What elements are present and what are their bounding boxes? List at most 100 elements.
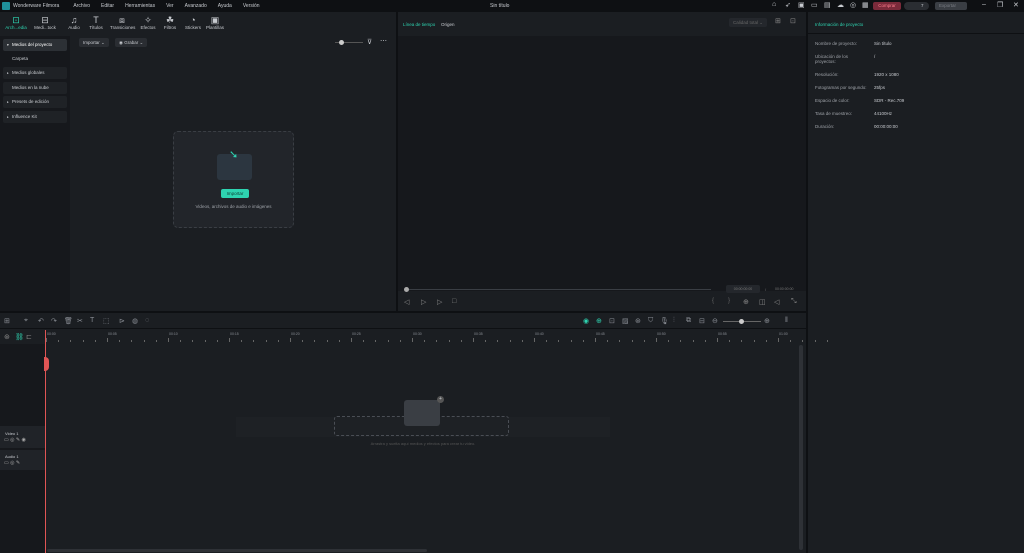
- track-controls[interactable]: ▭ ◎ ✎: [4, 460, 20, 466]
- credits-badge[interactable]: 7: [904, 2, 929, 10]
- play-icon[interactable]: ▷: [437, 298, 442, 306]
- pip-icon[interactable]: ⧉: [686, 317, 691, 325]
- mark-in-icon[interactable]: {: [712, 298, 714, 304]
- horizontal-scrollbar[interactable]: [47, 549, 427, 552]
- ruler-tick: [338, 340, 340, 342]
- tab-stock[interactable]: ⊟ Medi...tock: [33, 15, 57, 30]
- snapshot-view-icon[interactable]: ⊡: [790, 17, 796, 25]
- playback-scrubber[interactable]: [404, 287, 711, 292]
- video-preview[interactable]: [398, 36, 806, 291]
- export-button[interactable]: Exportar: [935, 2, 967, 10]
- prev-frame-icon[interactable]: ◁: [404, 298, 409, 306]
- import-button[interactable]: Importar: [221, 189, 249, 198]
- layout-icon[interactable]: ▤: [824, 1, 831, 9]
- tab-templates[interactable]: ▣ Plantillas: [203, 15, 227, 30]
- speed-icon[interactable]: ⊳: [119, 317, 125, 325]
- monitor-icon[interactable]: ▭: [811, 1, 818, 9]
- grid-icon[interactable]: ⊟: [699, 317, 705, 325]
- stop-icon[interactable]: □: [452, 298, 456, 305]
- undo-icon[interactable]: ↶: [38, 317, 44, 325]
- thumbnail-size-slider[interactable]: [335, 40, 363, 45]
- more-icon[interactable]: ⋯: [380, 37, 387, 45]
- zoom-out-icon[interactable]: ⊖: [712, 317, 718, 325]
- track-video-1[interactable]: Video 1 ▭ ◎ ✎ ◉: [0, 426, 46, 448]
- zoom-icon[interactable]: ⊕: [743, 298, 749, 306]
- layout-icon[interactable]: ⊞: [4, 317, 10, 325]
- tab-media[interactable]: ⊡ Arch...edia: [4, 15, 28, 30]
- crop-icon[interactable]: ⬚: [103, 317, 110, 325]
- import-dropdown[interactable]: Importar ⌄: [79, 38, 109, 47]
- menu-ver[interactable]: Ver: [166, 3, 174, 9]
- sticker-icon: ◔: [190, 15, 196, 25]
- rocket-icon[interactable]: ➶: [785, 1, 791, 9]
- tab-effects[interactable]: ✧ Efectos: [136, 15, 160, 30]
- tab-timeline[interactable]: Línea de tiempo: [403, 22, 435, 27]
- next-frame-icon[interactable]: ▷: [421, 298, 426, 306]
- text-icon[interactable]: T: [90, 317, 94, 324]
- filter-icon[interactable]: ⊽: [367, 38, 372, 46]
- split-icon[interactable]: ⊕: [596, 317, 602, 325]
- mic-icon[interactable]: 🎙: [660, 317, 669, 325]
- restore-icon[interactable]: ❐: [997, 1, 1003, 9]
- tab-audio[interactable]: ♫ Audio: [62, 15, 86, 30]
- delete-icon[interactable]: 🗑: [64, 317, 73, 325]
- time-ruler[interactable]: 00:00 00:05 00:10 00:15 00:20 00:25 00:30 00:35…: [46, 330, 828, 344]
- track-controls[interactable]: ▭ ◎ ✎ ◉: [4, 437, 26, 443]
- menu-editar[interactable]: Editar: [101, 3, 114, 9]
- nav-global-media[interactable]: ▸ Medios globales: [3, 67, 67, 79]
- replace-icon[interactable]: ▨: [622, 317, 629, 325]
- marker-icon[interactable]: ⊏: [26, 333, 32, 341]
- record-dropdown[interactable]: ◉ Grabar ⌄: [115, 38, 148, 47]
- close-icon[interactable]: ✕: [1013, 1, 1019, 9]
- media-drop-zone[interactable]: ➘ Importar Videos, archivos de audio e i…: [173, 131, 294, 228]
- quality-dropdown[interactable]: Calidad total ⌄: [729, 18, 767, 27]
- auto-icon[interactable]: ⊛: [635, 317, 641, 325]
- cloud-icon[interactable]: ☁: [837, 1, 844, 9]
- cut-icon[interactable]: ✂: [77, 317, 83, 325]
- link-icon[interactable]: ⛓: [15, 333, 24, 341]
- camera-icon[interactable]: ◫: [759, 298, 766, 306]
- menu-ayuda[interactable]: Ayuda: [218, 3, 232, 9]
- nav-edit-presets[interactable]: ▸ Presets de edición: [3, 96, 67, 108]
- timeline-zoom-slider[interactable]: [723, 319, 761, 324]
- minimize-icon[interactable]: –: [982, 1, 986, 8]
- color-icon[interactable]: ◍: [132, 317, 138, 325]
- nav-folder[interactable]: Carpeta: [3, 53, 67, 65]
- buy-button[interactable]: Comprar: [873, 2, 901, 10]
- total-time: 00:00:00:00: [775, 287, 794, 291]
- shield-icon[interactable]: ⛉: [648, 317, 653, 325]
- track-height-icon[interactable]: ‖: [785, 317, 788, 324]
- redo-icon[interactable]: ↷: [51, 317, 57, 325]
- tab-titles[interactable]: T Títulos: [84, 15, 108, 30]
- select-icon[interactable]: ⌖: [24, 317, 28, 325]
- track-audio-1[interactable]: Audio 1 ▭ ◎ ✎: [0, 450, 46, 470]
- save-icon[interactable]: ▣: [798, 1, 805, 9]
- playhead[interactable]: [44, 330, 49, 553]
- apps-icon[interactable]: ▦: [862, 1, 869, 9]
- nav-project-media[interactable]: ▾ Medios del proyecto: [3, 39, 67, 51]
- ai-icon[interactable]: ◉: [583, 317, 589, 325]
- tab-filters[interactable]: ☘ Filtros: [158, 15, 182, 30]
- tab-stickers[interactable]: ◔ Stickers: [181, 15, 205, 30]
- zoom-in-icon[interactable]: ⊕: [764, 317, 770, 325]
- fullscreen-icon[interactable]: ⤡: [791, 298, 797, 306]
- menu-avanzado[interactable]: Avanzado: [185, 3, 207, 9]
- nav-cloud-media[interactable]: Medios en la nube: [3, 82, 67, 94]
- current-time[interactable]: 00:00:00:00: [726, 285, 760, 293]
- mark-out-icon[interactable]: }: [728, 298, 730, 304]
- menu-herramientas[interactable]: Herramientas: [125, 3, 155, 9]
- add-track-icon[interactable]: ⊛: [4, 333, 10, 341]
- insert-icon[interactable]: ⊡: [609, 317, 615, 325]
- tab-source[interactable]: Origen: [441, 22, 455, 27]
- menu-archivo[interactable]: Archivo: [73, 3, 90, 9]
- volume-icon[interactable]: ◁: [774, 298, 779, 306]
- headset-icon[interactable]: ◎: [850, 1, 856, 9]
- compare-icon[interactable]: ⊞: [775, 17, 781, 25]
- gift-icon[interactable]: ⌂: [772, 1, 776, 8]
- menu-version[interactable]: Versión: [243, 3, 260, 9]
- mixer-icon[interactable]: ⫶: [673, 317, 675, 325]
- nav-influence-kit[interactable]: ▸ Influence Kit: [3, 111, 67, 123]
- vertical-scrollbar[interactable]: [799, 345, 803, 550]
- tab-transitions[interactable]: ⧈ Transiciones: [110, 15, 135, 30]
- stabilize-icon[interactable]: ◌: [145, 317, 149, 324]
